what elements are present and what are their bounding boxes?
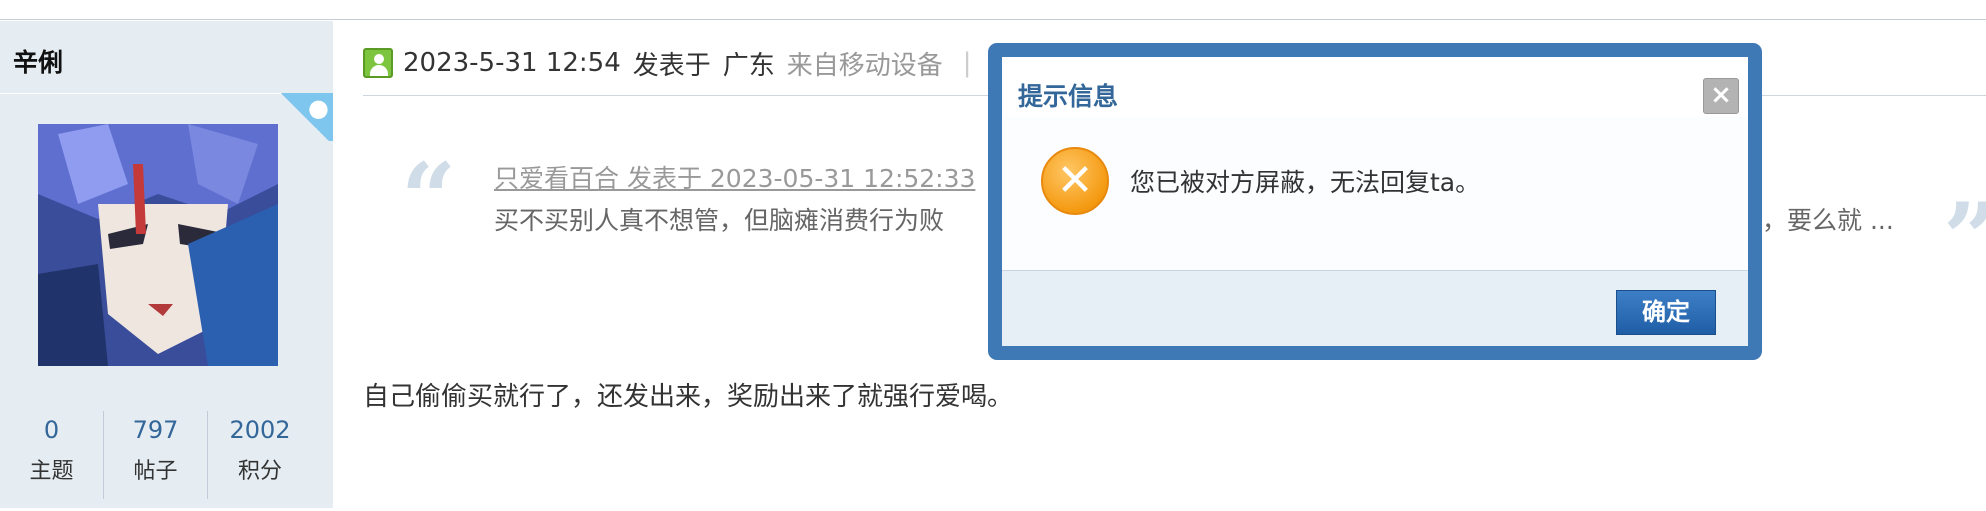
quote-header-link[interactable]: 只爱看百合 发表于 2023-05-31 12:52:33 bbox=[494, 159, 975, 195]
alert-dialog: 提示信息 × ✕ 您已被对方屏蔽，无法回复ta。 确定 bbox=[988, 43, 1762, 360]
dialog-panel: 提示信息 × ✕ 您已被对方屏蔽，无法回复ta。 确定 bbox=[1002, 57, 1748, 346]
stat-posts[interactable]: 797 帖子 bbox=[104, 411, 208, 499]
user-sidebar: 辛俐 ● 0 主题 797 帖子 2002 积分 bbox=[0, 21, 333, 508]
dialog-title: 提示信息 bbox=[1018, 82, 1119, 111]
stat-value: 0 bbox=[43, 416, 60, 444]
post-meta: 2023-5-31 12:54 发表于 广东 来自移动设备 | bbox=[363, 45, 972, 81]
stat-label: 帖子 bbox=[133, 459, 178, 484]
avatar-image bbox=[38, 124, 278, 366]
username[interactable]: 辛俐 bbox=[13, 43, 63, 79]
top-border bbox=[0, 0, 1986, 20]
avatar[interactable] bbox=[38, 124, 278, 366]
online-user-icon bbox=[363, 48, 393, 78]
stat-label: 主题 bbox=[29, 459, 74, 484]
quote-open-icon: “ bbox=[401, 142, 457, 255]
stat-threads[interactable]: 0 主题 bbox=[0, 411, 104, 499]
stat-value: 2002 bbox=[229, 416, 291, 444]
device-flag: ● bbox=[277, 93, 333, 141]
meta-separator: | bbox=[962, 48, 972, 78]
stat-value: 797 bbox=[132, 416, 179, 444]
quote-close-icon: ” bbox=[1943, 191, 1986, 287]
quote-body: 买不买别人真不想管，但脑瘫消费行为败 bbox=[494, 206, 945, 235]
stat-points[interactable]: 2002 积分 bbox=[208, 411, 312, 499]
post-datetime: 2023-5-31 12:54 bbox=[403, 48, 621, 78]
dialog-footer: 确定 bbox=[1002, 270, 1748, 346]
error-icon: ✕ bbox=[1041, 147, 1109, 215]
post-device: 来自移动设备 bbox=[786, 50, 943, 81]
user-stats: 0 主题 797 帖子 2002 积分 bbox=[0, 411, 333, 511]
close-icon[interactable]: × bbox=[1703, 78, 1739, 114]
dialog-message: 您已被对方屏蔽，无法回复ta。 bbox=[1130, 168, 1481, 197]
apple-icon: ● bbox=[308, 94, 329, 122]
reply-text: 自己偷偷买就行了，还发出来，奖励出来了就强行爱喝。 bbox=[363, 382, 1014, 412]
confirm-button[interactable]: 确定 bbox=[1616, 290, 1716, 335]
error-glyph: ✕ bbox=[1056, 155, 1094, 206]
post-location: 广东 bbox=[722, 50, 775, 81]
posted-at-label: 发表于 bbox=[632, 50, 711, 81]
stat-label: 积分 bbox=[237, 459, 282, 484]
